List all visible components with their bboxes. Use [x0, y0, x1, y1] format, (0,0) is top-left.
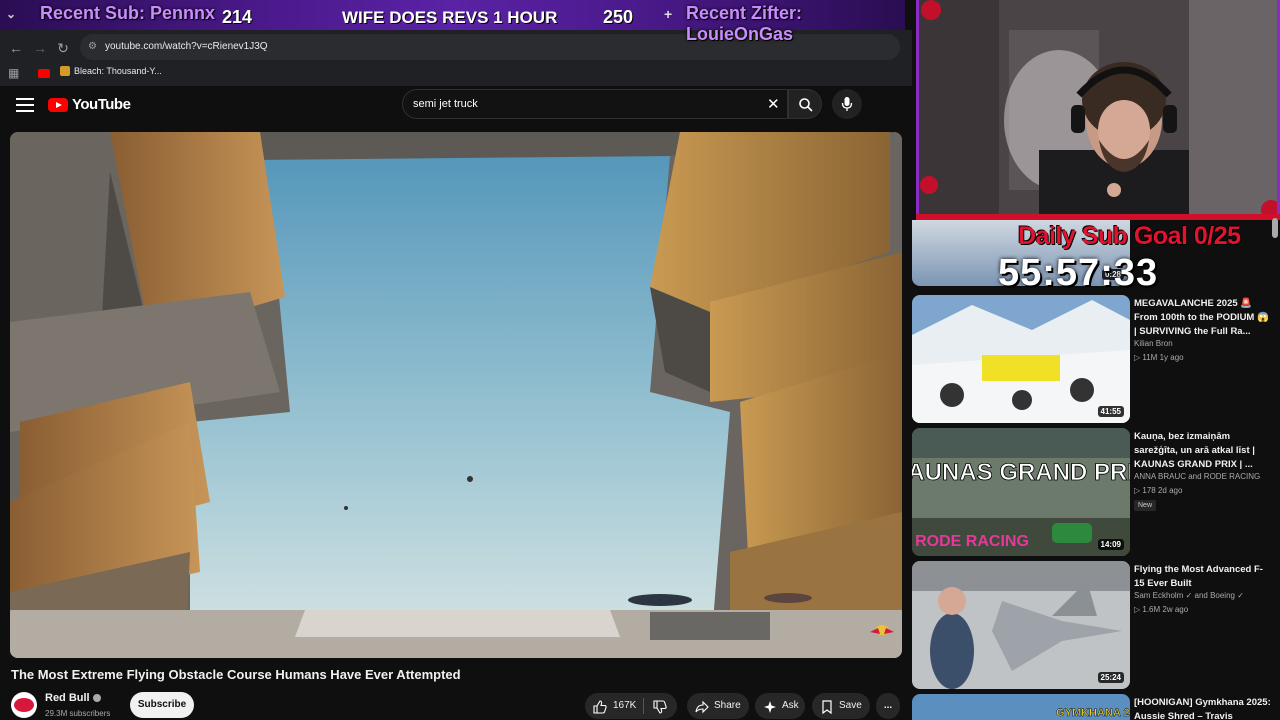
youtube-play-icon: [48, 97, 68, 112]
like-divider: [643, 698, 644, 714]
clear-search-icon[interactable]: ✕: [767, 95, 780, 113]
verified-icon: [92, 694, 101, 703]
thumbnail-image: [912, 295, 1130, 423]
thumbnail-image: KAUNAS GRAND PRIX RODE RACING: [912, 428, 1130, 556]
bookmarks-bar: ▦ Bleach: Thousand-Y...: [0, 62, 912, 86]
suggestion-title[interactable]: MEGAVALANCHE 2025 🚨 From 100th to the PO…: [1134, 297, 1272, 339]
video-title: The Most Extreme Flying Obstacle Course …: [11, 667, 461, 682]
channel-name[interactable]: Red Bull: [45, 692, 101, 704]
search-button[interactable]: [788, 89, 822, 119]
new-tab-icon[interactable]: +: [664, 6, 672, 22]
stream-timer: 55:57:33: [998, 252, 1159, 294]
suggestion-channel[interactable]: ANNA BRAUC and RODE RACING: [1134, 472, 1260, 481]
channel-avatar[interactable]: [11, 692, 37, 718]
daily-sub-goal: Daily Sub Goal 0/25: [1018, 222, 1241, 250]
bookmark-favicon-icon: [60, 66, 70, 76]
suggestion-item[interactable]: KAUNAS GRAND PRIX RODE RACING 14:09 Kauņ…: [912, 428, 1272, 556]
like-icon[interactable]: [593, 699, 607, 720]
more-actions-button[interactable]: ...: [876, 693, 900, 719]
suggestion-item[interactable]: GYMKHANA 2025 [HOONIGAN] Gymkhana 2025: …: [912, 694, 1272, 720]
suggestion-meta: ▷ 178 2d ago: [1134, 486, 1183, 495]
site-info-icon[interactable]: ⚙: [88, 34, 97, 60]
red-bull-watermark-icon: [868, 622, 896, 640]
ask-button[interactable]: Ask: [755, 693, 805, 719]
video-duration: 25:24: [1097, 672, 1124, 683]
subscriber-count: 29.3M subscribers: [45, 709, 111, 718]
menu-icon[interactable]: [16, 98, 34, 112]
bookmark-icon: [820, 699, 834, 720]
youtube-logo[interactable]: YouTube: [48, 96, 131, 113]
microphone-icon: [841, 97, 853, 111]
video-duration: 41:55: [1097, 406, 1124, 417]
suggestion-thumbnail[interactable]: GYMKHANA 2025: [912, 694, 1130, 720]
suggestion-item[interactable]: 41:55 MEGAVALANCHE 2025 🚨 From 100th to …: [912, 295, 1272, 423]
search-input[interactable]: semi jet truck: [402, 89, 788, 119]
suggestion-meta: ▷ 1.6M 2w ago: [1134, 605, 1189, 614]
thumbnail-image: GYMKHANA 2025: [912, 694, 1130, 720]
like-dislike-pill: 167K: [585, 693, 677, 719]
share-button[interactable]: Share: [687, 693, 749, 719]
ask-label: Ask: [782, 700, 799, 711]
share-label: Share: [714, 700, 741, 711]
suggestion-title[interactable]: [HOONIGAN] Gymkhana 2025: Aussie Shred –…: [1134, 696, 1272, 720]
suggestion-title[interactable]: Kauņa, bez izmaiņām sarežģīta, un arā at…: [1134, 430, 1272, 472]
apps-grid-icon[interactable]: ▦: [8, 66, 19, 80]
voice-search-button[interactable]: [832, 89, 862, 119]
thumbnail-subheading: RODE RACING: [915, 533, 1029, 550]
youtube-logo-text: YouTube: [72, 96, 131, 113]
url-text: youtube.com/watch?v=cRienev1J3Q: [105, 41, 268, 52]
thumbnail-heading: GYMKHANA 2025: [1056, 707, 1130, 719]
recent-zifter-text: Recent Zifter: LouieOnGas: [686, 3, 803, 44]
youtube-header: YouTube semi jet truck ✕: [0, 86, 912, 130]
suggestion-thumbnail[interactable]: KAUNAS GRAND PRIX RODE RACING 14:09: [912, 428, 1130, 556]
webcam-overlay: [916, 0, 1280, 220]
channel-name-text: Red Bull: [45, 692, 90, 704]
sparkle-icon: [763, 699, 777, 720]
sub-count-right: 250: [603, 7, 634, 27]
stream-overlay-banner: ⌄ Recent Sub: Pennnx 214 WIFE DOES REVS …: [0, 0, 905, 44]
suggestion-meta: ▷ 11M 1y ago: [1134, 353, 1184, 362]
screen: ⌄ Recent Sub: Pennnx 214 WIFE DOES REVS …: [0, 0, 1280, 720]
video-player[interactable]: [10, 132, 902, 658]
like-count[interactable]: 167K: [613, 693, 636, 719]
youtube-bookmark-icon[interactable]: [38, 69, 50, 78]
forward-icon[interactable]: →: [30, 38, 50, 58]
back-icon[interactable]: ←: [6, 38, 26, 58]
video-duration: 14:09: [1097, 539, 1124, 550]
thumbnail-image: [912, 561, 1130, 689]
recent-sub-text: Recent Sub: Pennnx: [40, 3, 216, 23]
search-icon: [799, 98, 813, 112]
reload-icon[interactable]: ↻: [53, 38, 73, 58]
tab-list-chevron-icon[interactable]: ⌄: [6, 7, 16, 21]
suggestion-channel[interactable]: Sam Eckholm ✓ and Boeing ✓: [1134, 591, 1244, 600]
save-button[interactable]: Save: [812, 693, 870, 719]
sub-count-left: 214: [222, 7, 253, 27]
save-label: Save: [839, 700, 862, 711]
new-badge: New: [1134, 500, 1157, 511]
webcam-feed: [919, 0, 1277, 217]
scrollbar-thumb[interactable]: [1272, 218, 1278, 238]
suggestion-item[interactable]: 25:24 Flying the Most Advanced F-15 Ever…: [912, 561, 1272, 689]
bookmark-item[interactable]: Bleach: Thousand-Y...: [60, 66, 162, 76]
video-frame: [10, 132, 902, 658]
thumbnail-heading: KAUNAS GRAND PRIX: [912, 459, 1130, 486]
suggestion-thumbnail[interactable]: 41:55: [912, 295, 1130, 423]
goal-title: WIFE DOES REVS 1 HOUR: [342, 8, 558, 27]
suggestion-thumbnail[interactable]: 25:24: [912, 561, 1130, 689]
suggestion-channel[interactable]: Kilian Bron: [1134, 339, 1173, 348]
dislike-icon[interactable]: [653, 699, 667, 720]
suggestion-title[interactable]: Flying the Most Advanced F-15 Ever Built: [1134, 563, 1272, 591]
bookmark-label: Bleach: Thousand-Y...: [74, 66, 162, 76]
share-icon: [695, 699, 709, 720]
subscribe-button[interactable]: Subscribe: [130, 692, 194, 718]
